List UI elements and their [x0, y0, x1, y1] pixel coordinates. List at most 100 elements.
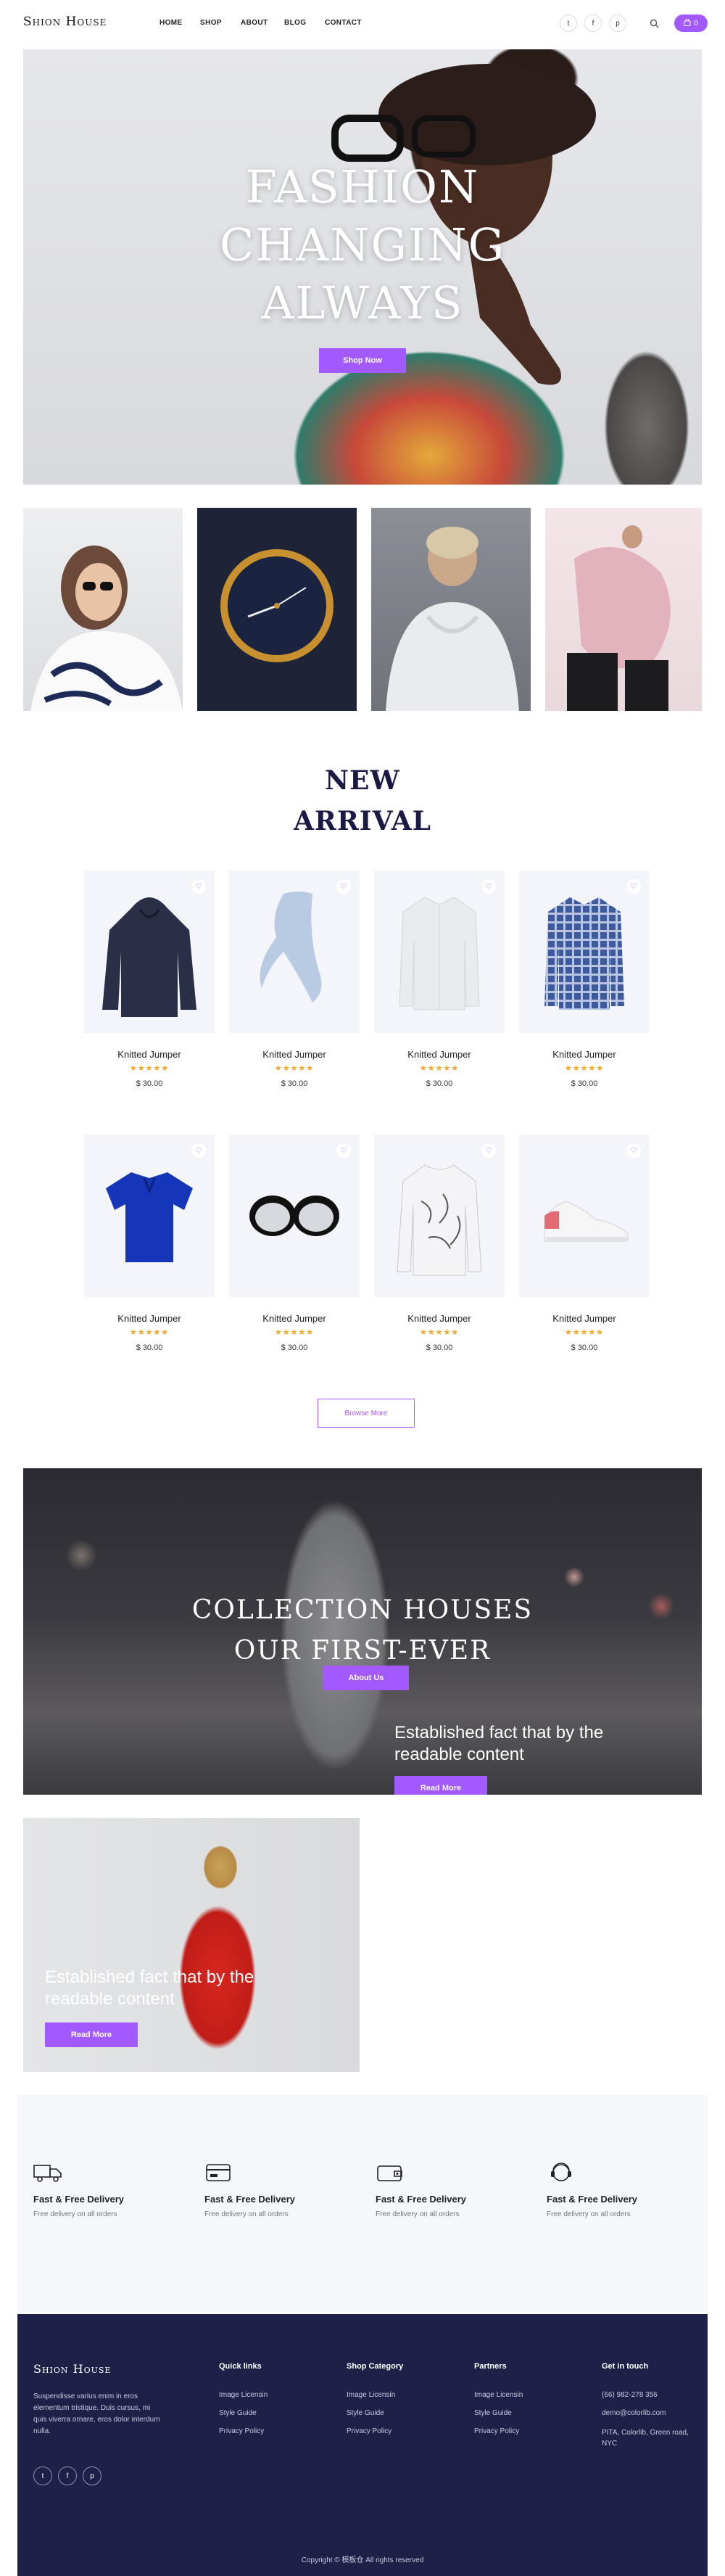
- model-image: [567, 525, 671, 711]
- product-image[interactable]: [519, 1135, 650, 1297]
- footer-link[interactable]: Privacy Policy: [219, 2427, 268, 2435]
- product-price: $ 30.00: [136, 1079, 163, 1088]
- nav-blog[interactable]: BLOG: [284, 19, 307, 27]
- contact-address: PITA, Colorlib, Green road, NYC: [602, 2429, 689, 2448]
- footer-link[interactable]: Image Licensin: [474, 2391, 523, 2399]
- white-shirt-icon: [399, 897, 480, 1011]
- feature-title: Fast & Free Delivery: [204, 2194, 296, 2205]
- features-section: Fast & Free Delivery Free delivery on al…: [17, 2095, 708, 2313]
- wishlist-icon[interactable]: ♡: [626, 879, 641, 894]
- feature-desc: Free delivery on all orders: [33, 2210, 117, 2218]
- category-tile-hoodie-model[interactable]: [371, 508, 531, 711]
- hero-banner: FASHION CHANGING ALWAYS Shop Now: [23, 49, 702, 485]
- wishlist-icon[interactable]: ♡: [336, 879, 351, 894]
- product-image[interactable]: [84, 871, 215, 1033]
- contact-email[interactable]: demo@colorlib.com: [602, 2409, 689, 2417]
- rating-stars: ★★★★★: [564, 1064, 605, 1073]
- promo-banner: Established fact that by the readable co…: [23, 1818, 360, 2072]
- pinterest-icon[interactable]: p: [609, 15, 626, 32]
- rating-stars: ★★★★★: [274, 1064, 315, 1073]
- category-tile-sunglasses-model[interactable]: [23, 508, 183, 711]
- twitter-icon[interactable]: t: [560, 15, 577, 32]
- footer-link[interactable]: Style Guide: [219, 2409, 268, 2417]
- plaid-shirt-icon: [544, 897, 624, 1010]
- browse-more-button[interactable]: Browse More: [318, 1399, 415, 1428]
- wishlist-icon[interactable]: ♡: [336, 1143, 351, 1158]
- collection-banner: COLLECTION HOUSES OUR FIRST-EVER About U…: [23, 1468, 702, 1795]
- footer-link[interactable]: Privacy Policy: [474, 2427, 523, 2435]
- product-price: $ 30.00: [571, 1343, 598, 1352]
- facebook-icon[interactable]: f: [58, 2466, 77, 2485]
- read-more-button[interactable]: Read More: [394, 1776, 487, 1795]
- category-tile-watch[interactable]: [197, 508, 357, 711]
- nav-home[interactable]: HOME: [160, 19, 183, 27]
- twitter-icon[interactable]: t: [33, 2466, 52, 2485]
- shop-now-button[interactable]: Shop Now: [319, 348, 406, 373]
- product-image[interactable]: [229, 871, 360, 1033]
- rating-stars: ★★★★★: [129, 1328, 170, 1337]
- product-image[interactable]: [229, 1135, 360, 1297]
- facebook-icon[interactable]: f: [584, 15, 602, 32]
- footer-logo[interactable]: Shion House: [33, 2362, 111, 2376]
- product-card[interactable]: ♡ Knitted Jumper ★★★★★ $ 30.00: [519, 871, 650, 1110]
- product-image[interactable]: [374, 1135, 505, 1297]
- product-name[interactable]: Knitted Jumper: [519, 1049, 650, 1060]
- footer-link[interactable]: Style Guide: [347, 2409, 403, 2417]
- feature-title: Fast & Free Delivery: [547, 2194, 638, 2205]
- nav-shop[interactable]: SHOP: [200, 19, 222, 27]
- product-price: $ 30.00: [281, 1343, 308, 1352]
- wishlist-icon[interactable]: ♡: [481, 879, 496, 894]
- product-card[interactable]: ♡ Knitted Jumper ★★★★★ $ 30.00: [229, 1135, 360, 1374]
- model-image: [30, 546, 183, 711]
- product-card[interactable]: ♡ Knitted Jumper ★★★★★ $ 30.00: [374, 871, 505, 1110]
- nav-about[interactable]: ABOUT: [241, 19, 268, 27]
- about-us-button[interactable]: About Us: [323, 1666, 409, 1690]
- hoodie-icon: [102, 897, 196, 1017]
- support-icon: [547, 2162, 576, 2185]
- product-image[interactable]: [519, 871, 650, 1033]
- nav-contact[interactable]: CONTACT: [325, 19, 362, 27]
- cart-button[interactable]: 0: [674, 15, 708, 32]
- product-name[interactable]: Knitted Jumper: [374, 1049, 505, 1060]
- product-card[interactable]: ♡ Knitted Jumper ★★★★★ $ 30.00: [84, 1135, 215, 1374]
- wishlist-icon[interactable]: ♡: [481, 1143, 496, 1158]
- wishlist-icon[interactable]: ♡: [191, 1143, 206, 1158]
- product-name[interactable]: Knitted Jumper: [229, 1313, 360, 1324]
- collection-text: Established fact that by the readable co…: [394, 1723, 604, 1764]
- product-name[interactable]: Knitted Jumper: [84, 1313, 215, 1324]
- footer-link[interactable]: Image Licensin: [219, 2391, 268, 2399]
- site-logo[interactable]: Shion House: [23, 15, 107, 29]
- product-image[interactable]: [84, 1135, 215, 1297]
- scarf-icon: [260, 892, 322, 1003]
- product-card[interactable]: ♡ Knitted Jumper ★★★★★ $ 30.00: [229, 871, 360, 1110]
- read-more-button[interactable]: Read More: [45, 2022, 138, 2047]
- feature-item: Fast & Free Delivery Free delivery on al…: [204, 2162, 295, 2218]
- pinterest-icon[interactable]: p: [83, 2466, 102, 2485]
- product-card[interactable]: ♡ Knitted Jumper ★★★★★ $ 30.00: [374, 1135, 505, 1374]
- footer-link[interactable]: Style Guide: [474, 2409, 523, 2417]
- feature-desc: Free delivery on all orders: [547, 2210, 631, 2218]
- product-name[interactable]: Knitted Jumper: [229, 1049, 360, 1060]
- feature-item: Fast & Free Delivery Free delivery on al…: [376, 2162, 466, 2218]
- contact-phone[interactable]: (66) 982-278 356: [602, 2391, 689, 2399]
- product-name[interactable]: Knitted Jumper: [84, 1049, 215, 1060]
- product-image[interactable]: [374, 871, 505, 1033]
- footer-column-partners: Partners Image Licensin Style Guide Priv…: [474, 2362, 523, 2435]
- footer-link[interactable]: Image Licensin: [347, 2391, 403, 2399]
- product-name[interactable]: Knitted Jumper: [374, 1313, 505, 1324]
- printed-sweater-icon: [397, 1164, 482, 1276]
- rating-stars: ★★★★★: [564, 1328, 605, 1337]
- product-card[interactable]: ♡ Knitted Jumper ★★★★★ $ 30.00: [84, 871, 215, 1110]
- wishlist-icon[interactable]: ♡: [626, 1143, 641, 1158]
- footer-link[interactable]: Privacy Policy: [347, 2427, 403, 2435]
- watch-image: [220, 549, 334, 662]
- wishlist-icon[interactable]: ♡: [191, 879, 206, 894]
- rating-stars: ★★★★★: [419, 1064, 460, 1073]
- search-icon[interactable]: [645, 15, 663, 32]
- footer-column-shop-category: Shop Category Image Licensin Style Guide…: [347, 2362, 403, 2435]
- model-image: [386, 527, 519, 711]
- product-card[interactable]: ♡ Knitted Jumper ★★★★★ $ 30.00: [519, 1135, 650, 1374]
- product-name[interactable]: Knitted Jumper: [519, 1313, 650, 1324]
- feature-item: Fast & Free Delivery Free delivery on al…: [33, 2162, 124, 2218]
- category-tile-pink-jacket[interactable]: [545, 508, 702, 711]
